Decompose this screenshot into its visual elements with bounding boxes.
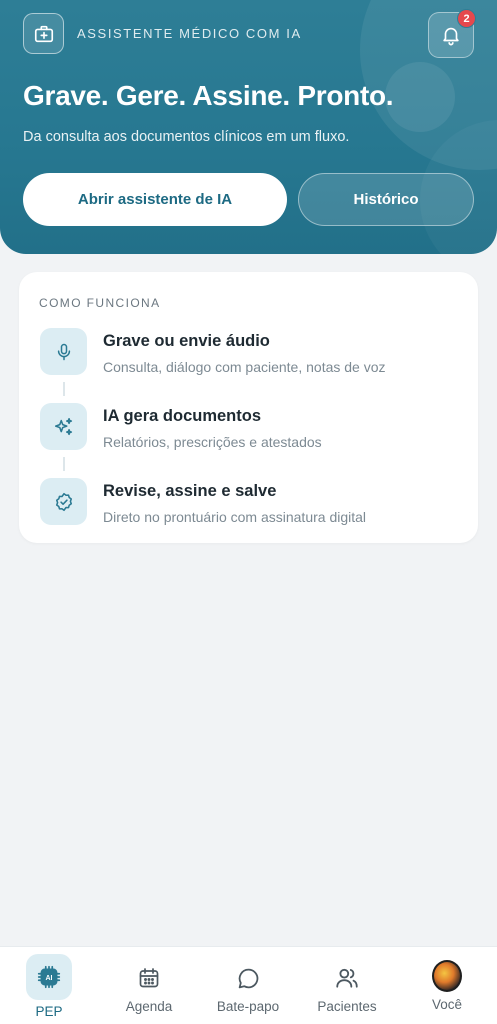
- step-description: Direto no prontuário com assinatura digi…: [103, 509, 367, 525]
- microphone-icon: [40, 328, 87, 375]
- step-review-sign-save: Revise, assine e salve Direto no prontuá…: [40, 478, 460, 528]
- how-it-works-card: COMO FUNCIONA Grave ou envie áudio Consu…: [19, 272, 478, 543]
- step-connector: [63, 382, 65, 396]
- brand-label: ASSISTENTE MÉDICO COM IA: [77, 26, 302, 41]
- hero-header: ASSISTENTE MÉDICO COM IA 2 Grave. Gere. …: [0, 0, 497, 254]
- step-connector: [63, 457, 65, 471]
- nav-item-pep[interactable]: AI PEP: [4, 947, 94, 1024]
- step-title: IA gera documentos: [103, 407, 261, 425]
- section-heading: COMO FUNCIONA: [39, 296, 161, 310]
- avatar: [432, 960, 462, 992]
- bottom-navigation: AI PEP Agenda Bate-papo Pacientes Você: [0, 946, 497, 1024]
- chat-bubble-icon: [233, 963, 263, 993]
- step-title: Revise, assine e salve: [103, 482, 277, 500]
- step-ai-generates: IA gera documentos Relatórios, prescriçõ…: [40, 403, 460, 453]
- decorative-circle: [385, 62, 455, 132]
- notification-badge: 2: [457, 9, 476, 28]
- ai-chip-icon: AI: [37, 965, 61, 989]
- profile-avatar: [432, 960, 462, 992]
- nav-label: Pacientes: [317, 999, 377, 1014]
- users-icon: [332, 963, 362, 993]
- active-indicator: AI: [26, 954, 72, 1000]
- step-record-audio: Grave ou envie áudio Consulta, diálogo c…: [40, 328, 460, 378]
- open-ai-assistant-button[interactable]: Abrir assistente de IA: [23, 173, 287, 226]
- nav-item-agenda[interactable]: Agenda: [104, 947, 194, 1024]
- step-description: Relatórios, prescrições e atestados: [103, 434, 322, 450]
- nav-item-chat[interactable]: Bate-papo: [203, 947, 293, 1024]
- svg-text:AI: AI: [45, 975, 52, 982]
- nav-label: Bate-papo: [216, 999, 280, 1014]
- page-subtitle: Da consulta aos documentos clínicos em u…: [23, 129, 350, 145]
- nav-label: PEP: [35, 1004, 63, 1019]
- step-title: Grave ou envie áudio: [103, 332, 270, 350]
- nav-item-profile[interactable]: Você: [402, 947, 492, 1024]
- nav-label: Você: [431, 997, 463, 1012]
- history-button[interactable]: Histórico: [298, 173, 474, 226]
- sparkles-icon: [40, 403, 87, 450]
- page-title: Grave. Gere. Assine. Pronto.: [23, 80, 394, 111]
- nav-label: Agenda: [125, 999, 173, 1014]
- calendar-icon: [134, 963, 164, 993]
- nav-item-patients[interactable]: Pacientes: [302, 947, 392, 1024]
- verified-badge-icon: [40, 478, 87, 525]
- bell-icon: [443, 27, 459, 46]
- step-description: Consulta, diálogo com paciente, notas de…: [103, 359, 386, 375]
- medical-bag-icon: [23, 13, 64, 54]
